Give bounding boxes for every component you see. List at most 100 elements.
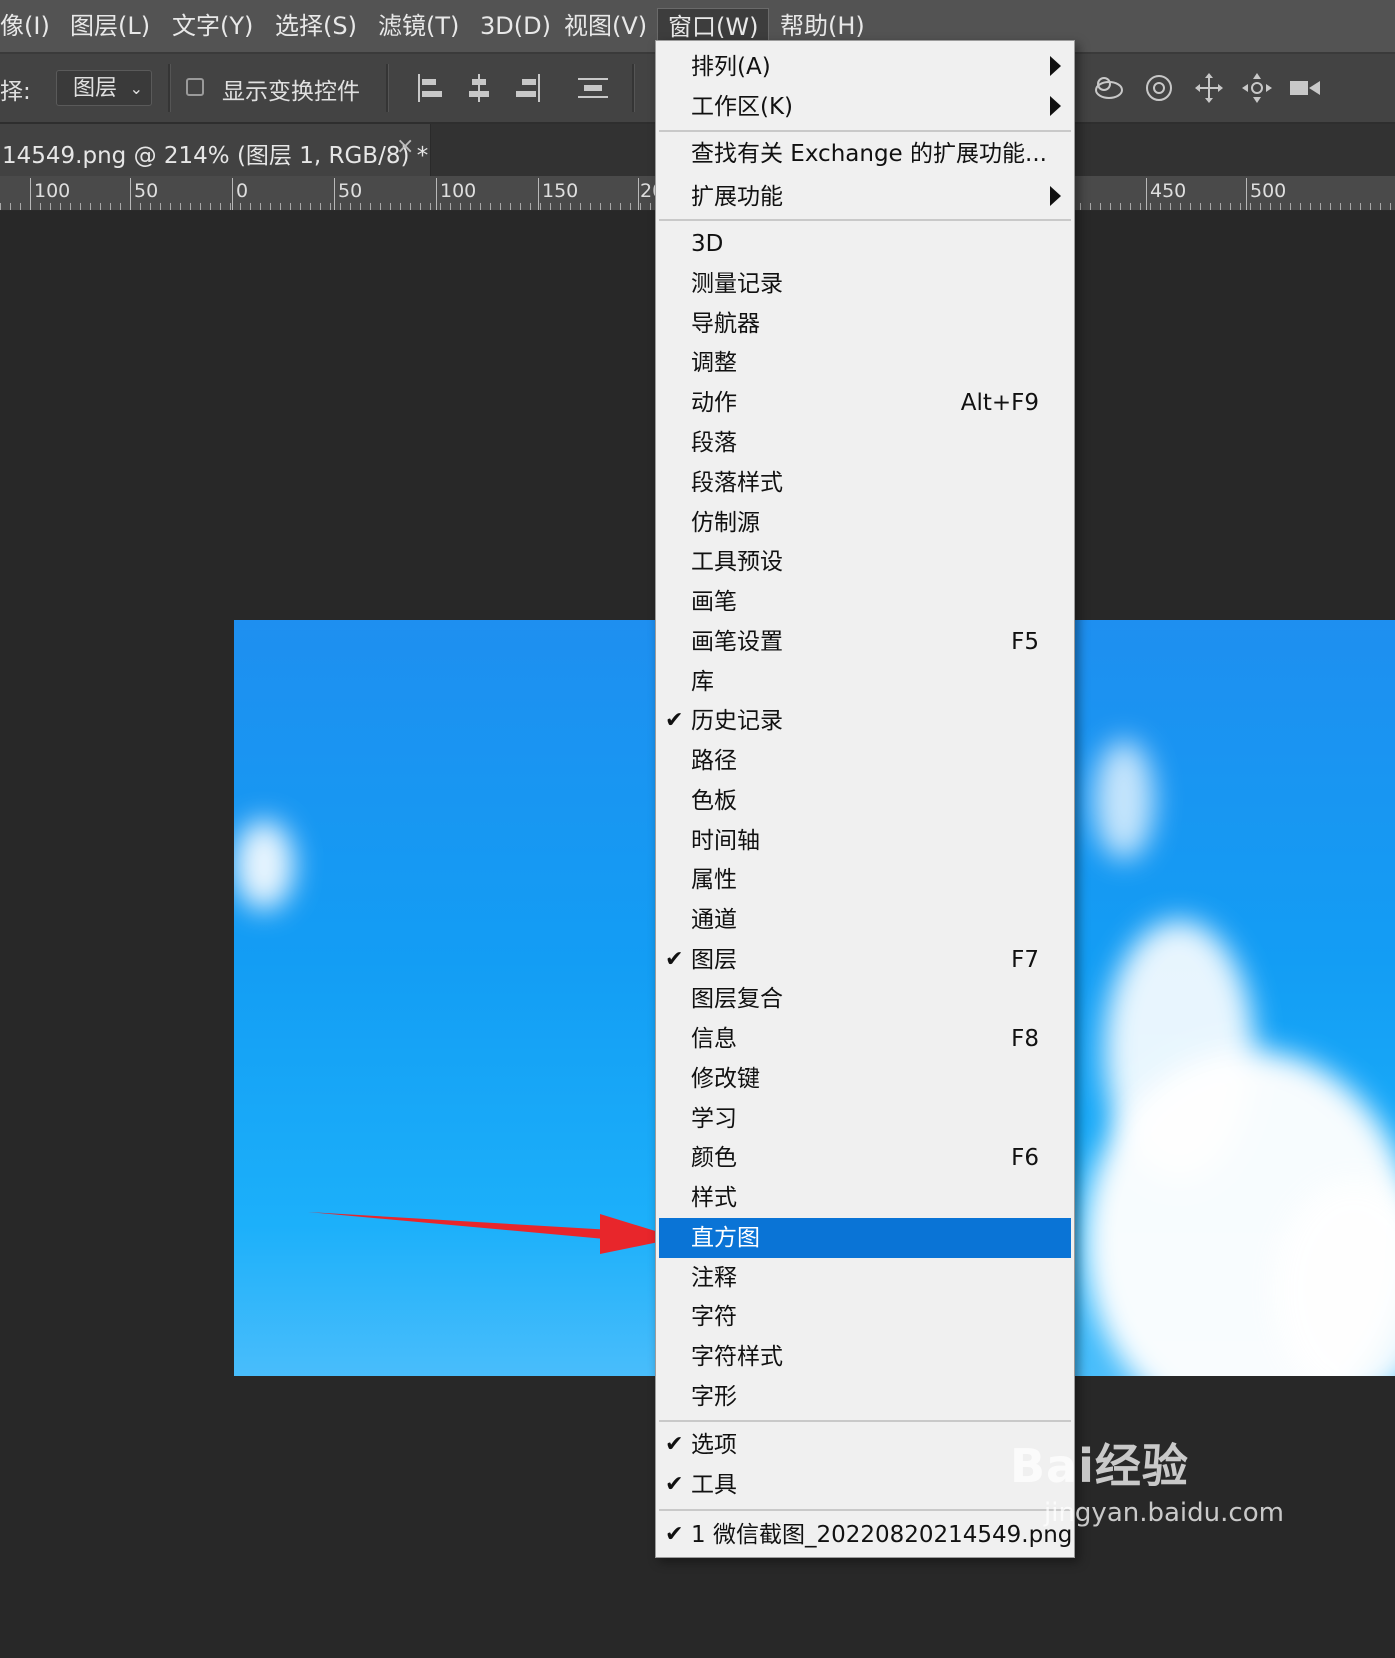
ruler-major-tick (638, 178, 639, 210)
auto-select-value: 图层 (73, 76, 118, 101)
menu-item-3d[interactable]: 3D (659, 224, 1071, 264)
ruler-label: 50 (134, 180, 159, 202)
menu-item-paths[interactable]: 路径 (659, 741, 1071, 781)
baidu-watermark: Bai经验 jingyan.baidu.com (1010, 1430, 1284, 1528)
menu-item-workspace[interactable]: 工作区(K) (659, 87, 1071, 127)
checkmark-icon: ✔ (665, 708, 684, 733)
ruler-major-tick (1246, 178, 1247, 210)
menu-item-swatches[interactable]: 色板 (659, 781, 1071, 821)
menu-item-shortcut: F7 (1011, 947, 1039, 973)
menu-item-label: 学习 (691, 1106, 737, 1132)
menu-item-label: 扩展功能 (691, 184, 783, 210)
checkmark-icon: ✔ (665, 947, 684, 972)
menu-item-notes[interactable]: 注释 (659, 1258, 1071, 1298)
submenu-arrow-icon (1050, 186, 1061, 206)
menu-layer[interactable]: 图层(L) (60, 8, 160, 44)
menu-item-modifier-keys[interactable]: 修改键 (659, 1059, 1071, 1099)
menu-item-label: 测量记录 (691, 271, 783, 297)
ruler-label: 150 (542, 180, 579, 202)
menu-item-character[interactable]: 字符 (659, 1297, 1071, 1337)
menu-item-measurement-log[interactable]: 测量记录 (659, 264, 1071, 304)
menu-item-libraries[interactable]: 库 (659, 662, 1071, 702)
divider (168, 64, 171, 112)
menu-item-label: 颜色 (691, 1145, 737, 1171)
menu-item-shortcut: F5 (1011, 629, 1039, 655)
menu-item-label: 路径 (691, 748, 737, 774)
menu-item-brushes[interactable]: 画笔 (659, 582, 1071, 622)
menu-item-label: 修改键 (691, 1066, 760, 1092)
show-transform-controls-checkbox[interactable] (186, 78, 204, 96)
menu-item-arrange[interactable]: 排列(A) (659, 47, 1071, 87)
auto-select-dropdown[interactable]: 图层 ⌄ (56, 70, 152, 106)
menu-help[interactable]: 帮助(H) (770, 8, 875, 44)
menu-item-learn[interactable]: 学习 (659, 1099, 1071, 1139)
menu-item-styles[interactable]: 样式 (659, 1178, 1071, 1218)
menu-item-label: 工具 (691, 1472, 737, 1498)
ruler-label: 500 (1250, 180, 1287, 202)
menu-item-clone-source[interactable]: 仿制源 (659, 503, 1071, 543)
align-left-icon[interactable] (414, 70, 448, 106)
align-right-icon[interactable] (510, 70, 544, 106)
menu-item-label: 历史记录 (691, 708, 783, 734)
menu-item-brush-settings[interactable]: 画笔设置 F5 (659, 622, 1071, 662)
ruler-major-tick (436, 178, 437, 210)
menu-image[interactable]: 像(I) (0, 8, 60, 44)
close-icon[interactable]: × (396, 134, 414, 159)
3d-slide-icon[interactable] (1240, 70, 1274, 106)
menu-item-character-styles[interactable]: 字符样式 (659, 1337, 1071, 1377)
menu-item-layers[interactable]: ✔ 图层 F7 (659, 940, 1071, 980)
align-horizontal-center-icon[interactable] (462, 70, 496, 106)
menu-item-info[interactable]: 信息 F8 (659, 1019, 1071, 1059)
menu-item-find-exchange-extensions[interactable]: 查找有关 Exchange 的扩展功能... (659, 134, 1071, 174)
menu-item-shortcut: Alt+F9 (960, 390, 1039, 416)
document-tab-title: 14549.png @ 214% (图层 1, RGB/8) * (2, 143, 429, 169)
document-tab[interactable]: 14549.png @ 214% (图层 1, RGB/8) * × (0, 124, 431, 176)
menu-separator (659, 219, 1071, 221)
menu-item-label: 画笔设置 (691, 629, 783, 655)
menu-item-label: 图层 (691, 947, 737, 973)
ruler-label: 0 (236, 180, 249, 202)
show-transform-controls-label: 显示变换控件 (222, 79, 360, 105)
menu-item-glyphs[interactable]: 字形 (659, 1377, 1071, 1417)
menu-item-properties[interactable]: 属性 (659, 860, 1071, 900)
menu-item-label: 通道 (691, 907, 737, 933)
ruler-major-tick (334, 178, 335, 210)
menu-item-layer-comps[interactable]: 图层复合 (659, 979, 1071, 1019)
ruler-label: 100 (440, 180, 477, 202)
ruler-major-tick (1146, 178, 1147, 210)
3d-roll-icon[interactable] (1142, 70, 1176, 106)
menu-item-label: 时间轴 (691, 828, 760, 854)
menu-view[interactable]: 视图(V) (554, 8, 657, 44)
menu-item-label: 字形 (691, 1384, 737, 1410)
distribute-vertical-icon[interactable] (576, 70, 610, 106)
menu-item-paragraph-styles[interactable]: 段落样式 (659, 463, 1071, 503)
menu-item-channels[interactable]: 通道 (659, 900, 1071, 940)
menu-item-adjustments[interactable]: 调整 (659, 343, 1071, 383)
menu-item-extensions[interactable]: 扩展功能 (659, 177, 1071, 217)
menu-item-label: 图层复合 (691, 986, 783, 1012)
3d-pan-icon[interactable] (1192, 70, 1226, 106)
menu-item-label: 字符 (691, 1304, 737, 1330)
menu-item-timeline[interactable]: 时间轴 (659, 821, 1071, 861)
menu-type[interactable]: 文字(Y) (162, 8, 263, 44)
menu-select[interactable]: 选择(S) (265, 8, 367, 44)
menu-item-actions[interactable]: 动作 Alt+F9 (659, 383, 1071, 423)
menu-item-histogram[interactable]: 直方图 (659, 1218, 1071, 1258)
menu-filter[interactable]: 滤镜(T) (368, 8, 469, 44)
menu-item-paragraph[interactable]: 段落 (659, 423, 1071, 463)
menu-item-navigator[interactable]: 导航器 (659, 304, 1071, 344)
3d-camera-icon[interactable] (1288, 70, 1322, 106)
3d-orbit-icon[interactable] (1092, 70, 1126, 106)
menu-item-label: 样式 (691, 1185, 737, 1211)
menu-item-label: 属性 (691, 867, 737, 893)
divider (632, 64, 635, 112)
menu-3d[interactable]: 3D(D) (470, 8, 561, 44)
menu-item-color[interactable]: 颜色 F6 (659, 1138, 1071, 1178)
ruler-major-tick (30, 178, 31, 210)
annotation-arrow (308, 1212, 678, 1254)
menu-item-tool-presets[interactable]: 工具预设 (659, 542, 1071, 582)
checkmark-icon: ✔ (665, 1472, 684, 1497)
menu-item-history[interactable]: ✔ 历史记录 (659, 701, 1071, 741)
auto-select-label: 择: (0, 79, 31, 105)
checkmark-icon: ✔ (665, 1432, 684, 1457)
